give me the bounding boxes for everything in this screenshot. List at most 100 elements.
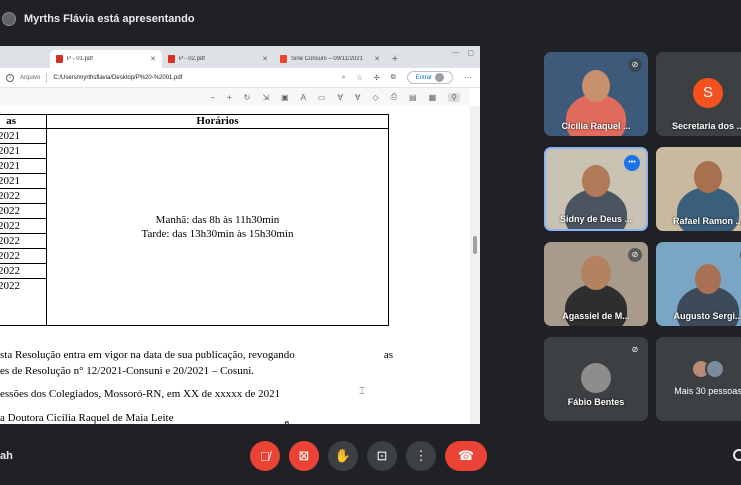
more-icon[interactable]: ⋯ — [464, 73, 472, 82]
rotate-icon[interactable]: ↻ — [244, 93, 251, 102]
more-participants-label: Mais 30 pessoas — [674, 386, 741, 396]
save-icon[interactable]: ▤ — [409, 93, 417, 102]
highlight-icon[interactable]: ∀ — [355, 93, 360, 102]
meeting-name: ah — [0, 450, 13, 462]
morning-hours: Manhã: das 8h às 11h30min — [155, 214, 280, 226]
participant-face — [582, 70, 610, 102]
avatar — [705, 359, 725, 379]
window-controls: — ▢ — [452, 49, 474, 57]
participant-face — [582, 165, 610, 197]
avatar: S — [693, 78, 723, 108]
erase-icon[interactable]: ◇ — [372, 93, 378, 102]
paragraph-4: a Doutora Cicília Raquel de Maia Leite — [0, 412, 174, 424]
browser-tab-3[interactable]: Sine Consuni – 09/11/2021 ✕ — [274, 50, 386, 68]
table-cell: 2022 — [0, 204, 46, 219]
presenter-avatar — [2, 12, 16, 26]
fit-page-icon[interactable]: ⇲ — [262, 93, 269, 102]
minimize-icon[interactable]: — — [452, 49, 459, 57]
pdf-icon — [56, 55, 63, 63]
profile-icon — [435, 73, 444, 82]
dates-column: 2021 2021 2021 2021 2022 2022 2022 2022 … — [0, 129, 47, 325]
pdf-scrollbar[interactable] — [470, 106, 480, 424]
zoom-icon[interactable]: ⌕ — [342, 74, 346, 82]
table-cell: 2022 — [0, 249, 46, 264]
draw-icon[interactable]: ∀ — [337, 93, 342, 102]
table-cell: 2022 — [0, 264, 46, 279]
participant-tile[interactable]: ⊘ Agassiel de M... — [544, 242, 648, 326]
pdf-document: as Horários 2021 2021 2021 2021 2022 202… — [0, 106, 470, 424]
reader-icon[interactable]: ▭ — [318, 93, 326, 102]
raise-hand-button[interactable]: ✋ — [328, 441, 358, 471]
page-view-icon[interactable]: ▣ — [281, 93, 289, 102]
maximize-icon[interactable]: ▢ — [467, 49, 474, 57]
collections-icon[interactable]: ⧉ — [391, 74, 396, 82]
mic-off-icon: ⊘ — [628, 58, 642, 72]
meet-window: Myrths Flávia está apresentando P - 01.p… — [0, 0, 741, 485]
participant-tile-active[interactable]: ••• Sidny de Deus ... — [544, 147, 648, 231]
mic-off-icon: ⊘ — [628, 343, 642, 357]
scrollbar-thumb[interactable] — [473, 236, 477, 254]
table-cell: 2021 — [0, 144, 46, 159]
zoom-in-icon[interactable]: + — [227, 93, 232, 102]
browser-tab-1[interactable]: P - 01.pdf ✕ — [50, 50, 162, 68]
presenter-bar: Myrths Flávia está apresentando — [0, 0, 741, 38]
hang-up-icon: ☎ — [457, 448, 475, 463]
paragraph-2: es de Resolução n° 12/2021-Consuni e 20/… — [0, 365, 255, 377]
tab-title: P - 01.pdf — [67, 56, 93, 62]
close-icon[interactable]: ✕ — [374, 55, 380, 63]
more-options-button[interactable]: ⋮ — [406, 441, 436, 471]
info-icon[interactable]: i — [6, 73, 14, 82]
avatar — [581, 363, 611, 393]
participant-name: Cicília Raquel ... — [561, 121, 631, 131]
mouse-pointer-icon: ⇖ — [283, 417, 294, 424]
table-cell: 2022 — [0, 219, 46, 234]
camera-toggle-button[interactable]: ⊠ — [289, 441, 319, 471]
extensions-icon[interactable]: ✣ — [374, 74, 380, 82]
participant-face — [695, 264, 721, 294]
schedule-table: as Horários 2021 2021 2021 2021 2022 202… — [0, 114, 389, 326]
participant-name: Sidny de Deus ... — [559, 214, 633, 224]
participant-tile[interactable]: Rafael Ramon ... — [656, 147, 741, 231]
end-call-button[interactable]: ☎ — [445, 441, 487, 471]
url-field[interactable]: C:/Users/myrthsflavia/Desktop/P%20-%2001… — [53, 75, 335, 81]
afternoon-hours: Tarde: das 13h30min às 15h30min — [141, 228, 294, 240]
participant-name: Agassiel de M... — [562, 311, 630, 321]
browser-tab-2[interactable]: P - 02.pdf ✕ — [162, 50, 274, 68]
browser-tabstrip: P - 01.pdf ✕ P - 02.pdf ✕ Sine Consuni –… — [0, 46, 480, 68]
participant-face — [694, 161, 722, 193]
table-cell: 2022 — [0, 189, 46, 204]
print-icon[interactable]: ⎙ — [391, 92, 397, 102]
mic-toggle-button[interactable]: 🎙̸ — [250, 441, 280, 471]
paragraph-1-end: as — [383, 349, 393, 361]
paragraph-1: sta Resolução entra em vigor na data de … — [0, 349, 393, 361]
save-as-icon[interactable]: ▦ — [429, 93, 437, 102]
participant-tile[interactable]: ⊘ Cicília Raquel ... — [544, 52, 648, 136]
close-icon[interactable]: ✕ — [150, 55, 156, 63]
more-participants-tile[interactable]: Mais 30 pessoas — [656, 337, 741, 421]
table-header-dates: as — [0, 115, 47, 129]
address-bar: i Arquivo C:/Users/myrthsflavia/Desktop/… — [0, 68, 480, 88]
table-cell: 2021 — [0, 174, 46, 189]
tab-title: Sine Consuni – 09/11/2021 — [291, 56, 363, 62]
speaking-icon: ••• — [624, 155, 640, 171]
signin-label: Entrar — [415, 74, 432, 81]
table-cell: 2021 — [0, 129, 46, 144]
signin-button[interactable]: Entrar — [406, 71, 453, 84]
participant-tile[interactable]: S Secretaria dos ... — [656, 52, 741, 136]
info-icon[interactable] — [733, 449, 741, 461]
pin-icon[interactable]: ⚲ — [448, 92, 460, 102]
participant-tile[interactable]: ⊘ Augusto Sergi... — [656, 242, 741, 326]
present-button[interactable]: ⊡ — [367, 441, 397, 471]
table-header-times: Horários — [47, 115, 388, 129]
pdf-toolbar: − + ↻ ⇲ ▣ A ▭ ∀ ∀ ◇ ⎙ ▤ ▦ ⚲ — [0, 88, 470, 106]
zoom-out-icon[interactable]: − — [210, 93, 215, 102]
text-cursor-icon: ⌶ — [359, 386, 365, 397]
new-tab-button[interactable]: + — [386, 50, 404, 68]
paragraph-1-main: sta Resolução entra em vigor na data de … — [0, 349, 295, 361]
read-aloud-icon[interactable]: A — [301, 93, 306, 102]
star-icon[interactable]: ☆ — [357, 74, 363, 82]
close-icon[interactable]: ✕ — [262, 55, 268, 63]
participant-tile[interactable]: ⊘ Fábio Bentes — [544, 337, 648, 421]
pdf-icon — [168, 55, 175, 63]
paragraph-3: essões dos Colegiados, Mossoró-RN, em XX… — [0, 388, 281, 400]
